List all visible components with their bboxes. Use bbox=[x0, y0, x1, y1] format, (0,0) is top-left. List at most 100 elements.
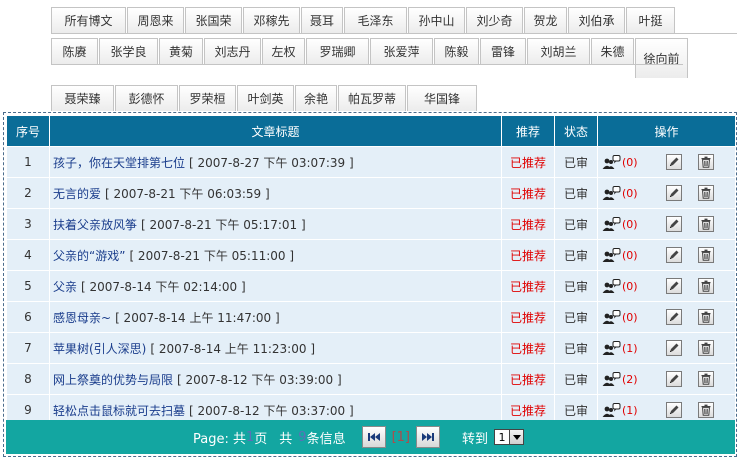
col-header-status: 状态 bbox=[554, 115, 598, 147]
tab-item[interactable]: 张国荣 bbox=[185, 7, 242, 33]
comment-count: (0) bbox=[622, 155, 638, 169]
tab-item[interactable]: 朱德 bbox=[591, 38, 634, 64]
tab-item[interactable]: 聂荣臻 bbox=[51, 85, 114, 111]
edit-button[interactable] bbox=[666, 340, 682, 356]
delete-button[interactable] bbox=[698, 185, 714, 201]
pencil-icon bbox=[670, 157, 679, 166]
tab-item[interactable]: 左权 bbox=[262, 38, 305, 64]
tab-item[interactable]: 徐向前 bbox=[635, 38, 688, 78]
comments-link[interactable]: (0) bbox=[602, 217, 654, 231]
tab-item[interactable]: 华国锋 bbox=[407, 85, 477, 111]
row-actions: (0) bbox=[597, 177, 736, 209]
edit-button[interactable] bbox=[666, 371, 682, 387]
tab-item[interactable]: 刘志丹 bbox=[204, 38, 261, 64]
tab-item[interactable]: 黄菊 bbox=[159, 38, 203, 64]
article-title-link[interactable]: 父亲的“游戏” bbox=[53, 249, 125, 263]
tab-item[interactable]: 毛泽东 bbox=[344, 7, 407, 33]
article-title-link[interactable]: 苹果树(引人深思) bbox=[53, 342, 146, 356]
trash-icon bbox=[701, 342, 711, 354]
recommend-status[interactable]: 已推荐 bbox=[501, 239, 555, 271]
tab-item[interactable]: 罗瑞卿 bbox=[306, 38, 369, 64]
edit-button[interactable] bbox=[666, 278, 682, 294]
comments-link[interactable]: (1) bbox=[602, 403, 654, 417]
tab-item[interactable]: 陈赓 bbox=[51, 38, 98, 64]
tab-item[interactable]: 叶剑英 bbox=[237, 85, 294, 111]
user-comment-icon bbox=[602, 403, 621, 417]
tab-item[interactable]: 罗荣桓 bbox=[179, 85, 236, 111]
table-row: 7 苹果树(引人深思) [ 2007-8-14 上午 11:23:00 ] 已推荐 已审… bbox=[6, 332, 736, 364]
delete-button[interactable] bbox=[698, 216, 714, 232]
article-title-link[interactable]: 轻松点击鼠标就可去扫墓 bbox=[53, 404, 185, 418]
article-title-link[interactable]: 扶着父亲放风筝 bbox=[53, 218, 137, 232]
row-title-cell: 孩子，你在天堂排第七位 [ 2007-8-27 下午 03:07:39 ] bbox=[49, 146, 502, 178]
comments-link[interactable]: (0) bbox=[602, 279, 654, 293]
tab-item[interactable]: 刘少奇 bbox=[466, 7, 523, 33]
delete-button[interactable] bbox=[698, 371, 714, 387]
trash-icon bbox=[701, 280, 711, 292]
delete-button[interactable] bbox=[698, 154, 714, 170]
tab-item[interactable]: 张学良 bbox=[99, 38, 158, 64]
goto-page-select[interactable]: 1 bbox=[494, 429, 525, 445]
first-page-button[interactable] bbox=[361, 426, 386, 448]
recommend-status[interactable]: 已推荐 bbox=[501, 146, 555, 178]
user-comment-icon bbox=[602, 248, 621, 262]
row-title-cell: 苹果树(引人深思) [ 2007-8-14 上午 11:23:00 ] bbox=[49, 332, 502, 364]
comments-link[interactable]: (0) bbox=[602, 310, 654, 324]
tab-item[interactable]: 帕瓦罗蒂 bbox=[338, 85, 406, 111]
comments-link[interactable]: (0) bbox=[602, 186, 654, 200]
tab-item[interactable]: 邓稼先 bbox=[243, 7, 300, 33]
edit-button[interactable] bbox=[666, 154, 682, 170]
tab-item[interactable]: 叶挺 bbox=[626, 7, 675, 33]
recommend-status[interactable]: 已推荐 bbox=[501, 363, 555, 395]
article-title-link[interactable]: 网上祭奠的优势与局限 bbox=[53, 373, 173, 387]
recommend-status[interactable]: 已推荐 bbox=[501, 301, 555, 333]
article-title-link[interactable]: 无言的爱 bbox=[53, 187, 101, 201]
delete-button[interactable] bbox=[698, 309, 714, 325]
tab-bar: 所有博文 周恩来 张国荣 邓稼先 聂耳 毛泽东 孙中山 刘少奇 贺龙 刘伯承 叶挺 陈赓 张学良 黄菊刘… bbox=[0, 0, 740, 112]
edit-button[interactable] bbox=[666, 309, 682, 325]
table-row: 6 感恩母亲~ [ 2007-8-14 上午 11:47:00 ] 已推荐 已审 (0) bbox=[6, 301, 736, 333]
pencil-icon bbox=[670, 312, 679, 321]
tab-item[interactable]: 陈毅 bbox=[434, 38, 479, 64]
recommend-status[interactable]: 已推荐 bbox=[501, 208, 555, 240]
row-actions: (0) bbox=[597, 301, 736, 333]
delete-button[interactable] bbox=[698, 402, 714, 418]
pencil-icon bbox=[670, 405, 679, 414]
tab-item[interactable]: 雷锋 bbox=[480, 38, 526, 64]
article-title-link[interactable]: 父亲 bbox=[53, 280, 77, 294]
tab-item[interactable]: 所有博文 bbox=[51, 7, 126, 33]
edit-button[interactable] bbox=[666, 247, 682, 263]
comments-link[interactable]: (0) bbox=[602, 248, 654, 262]
edit-button[interactable] bbox=[666, 216, 682, 232]
comments-link[interactable]: (2) bbox=[602, 372, 654, 386]
trash-icon bbox=[701, 311, 711, 323]
row-title-cell: 网上祭奠的优势与局限 [ 2007-8-12 下午 03:39:00 ] bbox=[49, 363, 502, 395]
tab-item[interactable]: 聂耳 bbox=[301, 7, 343, 33]
tab-item[interactable]: 余艳 bbox=[295, 85, 337, 111]
table-row: 2 无言的爱 [ 2007-8-21 下午 06:03:59 ] 已推荐 已审 (0) bbox=[6, 177, 736, 209]
tab-item[interactable]: 刘胡兰 bbox=[527, 38, 590, 64]
tab-item[interactable]: 彭德怀 bbox=[115, 85, 178, 111]
recommend-status[interactable]: 已推荐 bbox=[501, 270, 555, 302]
trash-icon bbox=[701, 373, 711, 385]
edit-button[interactable] bbox=[666, 185, 682, 201]
delete-button[interactable] bbox=[698, 340, 714, 356]
delete-button[interactable] bbox=[698, 278, 714, 294]
tab-item[interactable]: 张爱萍 bbox=[370, 38, 433, 64]
article-table: 序号 文章标题 推荐 状态 操作 1 孩子，你在天堂排第七位 [ 2007-8-27… bbox=[6, 115, 736, 426]
article-title-link[interactable]: 感恩母亲~ bbox=[53, 311, 111, 325]
recommend-status[interactable]: 已推荐 bbox=[501, 332, 555, 364]
last-page-button[interactable] bbox=[416, 426, 441, 448]
delete-button[interactable] bbox=[698, 247, 714, 263]
recommend-status[interactable]: 已推荐 bbox=[501, 177, 555, 209]
tab-item[interactable]: 贺龙 bbox=[524, 7, 567, 33]
pager-bar: Page: 共 1 页 共 9 条信息 [1] 转到 1 bbox=[6, 420, 735, 454]
article-title-link[interactable]: 孩子，你在天堂排第七位 bbox=[53, 156, 185, 170]
tab-item[interactable]: 刘伯承 bbox=[568, 7, 625, 33]
edit-button[interactable] bbox=[666, 402, 682, 418]
tab-item[interactable]: 周恩来 bbox=[127, 7, 184, 33]
user-comment-icon bbox=[602, 279, 621, 293]
comments-link[interactable]: (1) bbox=[602, 341, 654, 355]
comments-link[interactable]: (0) bbox=[602, 155, 654, 169]
tab-item[interactable]: 孙中山 bbox=[408, 7, 465, 33]
